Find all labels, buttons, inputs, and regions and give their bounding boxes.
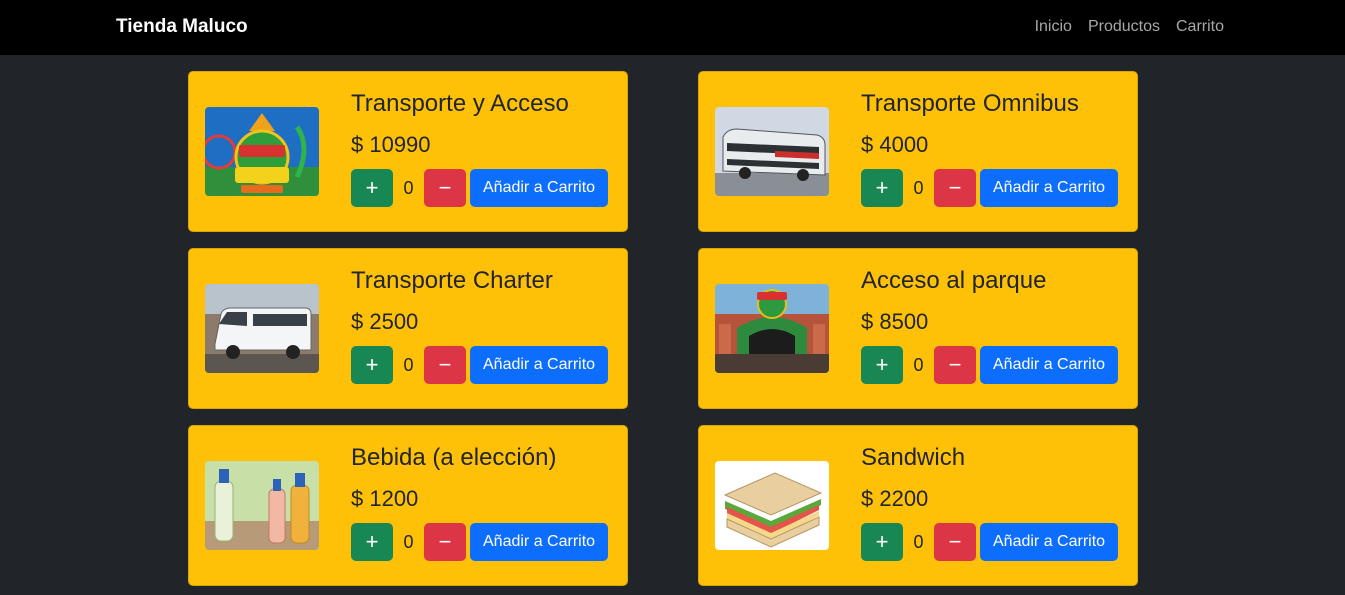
increase-quantity-button[interactable]: + — [861, 346, 903, 384]
product-card: Sandwich $ 2200 + 0 − Añadir a Carrito — [698, 425, 1138, 586]
nav-link-productos[interactable]: Productos — [1088, 18, 1160, 36]
product-card: Bebida (a elección) $ 1200 + 0 − Añadir … — [188, 425, 628, 586]
increase-quantity-button[interactable]: + — [351, 346, 393, 384]
add-to-cart-button[interactable]: Añadir a Carrito — [470, 169, 609, 207]
navbar: Tienda Maluco Inicio Productos Carrito — [0, 0, 1345, 55]
product-price: $ 8500 — [861, 309, 929, 334]
product-card: Transporte y Acceso $ 10990 + 0 − Añadir… — [188, 71, 628, 232]
add-to-cart-button[interactable]: Añadir a Carrito — [980, 346, 1119, 384]
nav-links: Inicio Productos Carrito — [1035, 18, 1224, 36]
product-price: $ 2500 — [351, 309, 419, 334]
park-entrance-icon — [715, 284, 829, 373]
decrease-quantity-button[interactable]: − — [934, 346, 976, 384]
decrease-quantity-button[interactable]: − — [424, 169, 466, 207]
quantity-value: 0 — [913, 531, 924, 552]
nav-link-inicio[interactable]: Inicio — [1035, 18, 1072, 36]
quantity-value: 0 — [913, 177, 924, 198]
quantity-value: 0 — [403, 354, 414, 375]
decrease-quantity-button[interactable]: − — [934, 169, 976, 207]
product-price: $ 4000 — [861, 132, 929, 157]
bottles-icon — [205, 461, 319, 550]
product-price: $ 10990 — [351, 132, 431, 157]
product-name: Transporte Charter — [351, 267, 553, 294]
product-name: Transporte y Acceso — [351, 90, 569, 117]
increase-quantity-button[interactable]: + — [351, 169, 393, 207]
quantity-value: 0 — [913, 354, 924, 375]
product-name: Transporte Omnibus — [861, 90, 1079, 117]
product-card: Transporte Charter $ 2500 + 0 − Añadir a… — [188, 248, 628, 409]
increase-quantity-button[interactable]: + — [861, 523, 903, 561]
product-card: Acceso al parque $ 8500 + 0 − Añadir a C… — [698, 248, 1138, 409]
product-name: Acceso al parque — [861, 267, 1047, 294]
product-name: Sandwich — [861, 444, 966, 471]
decrease-quantity-button[interactable]: − — [934, 523, 976, 561]
decrease-quantity-button[interactable]: − — [424, 346, 466, 384]
add-to-cart-button[interactable]: Añadir a Carrito — [980, 169, 1119, 207]
product-name: Bebida (a elección) — [351, 444, 557, 471]
van-icon — [205, 284, 319, 373]
decrease-quantity-button[interactable]: − — [424, 523, 466, 561]
quantity-value: 0 — [403, 531, 414, 552]
add-to-cart-button[interactable]: Añadir a Carrito — [470, 523, 609, 561]
increase-quantity-button[interactable]: + — [351, 523, 393, 561]
quantity-value: 0 — [403, 177, 414, 198]
add-to-cart-button[interactable]: Añadir a Carrito — [980, 523, 1119, 561]
increase-quantity-button[interactable]: + — [861, 169, 903, 207]
product-price: $ 1200 — [351, 486, 419, 511]
brand-link[interactable]: Tienda Maluco — [116, 16, 248, 38]
bus-icon — [715, 107, 829, 196]
nav-link-carrito[interactable]: Carrito — [1176, 18, 1224, 36]
product-card: Transporte Omnibus $ 4000 + 0 − Añadir a… — [698, 71, 1138, 232]
sandwich-icon — [715, 461, 829, 550]
product-price: $ 2200 — [861, 486, 929, 511]
parque-de-la-costa-logo-icon — [205, 107, 319, 196]
add-to-cart-button[interactable]: Añadir a Carrito — [470, 346, 609, 384]
product-grid: Transporte y Acceso $ 10990 + 0 − Añadir… — [188, 71, 1138, 586]
